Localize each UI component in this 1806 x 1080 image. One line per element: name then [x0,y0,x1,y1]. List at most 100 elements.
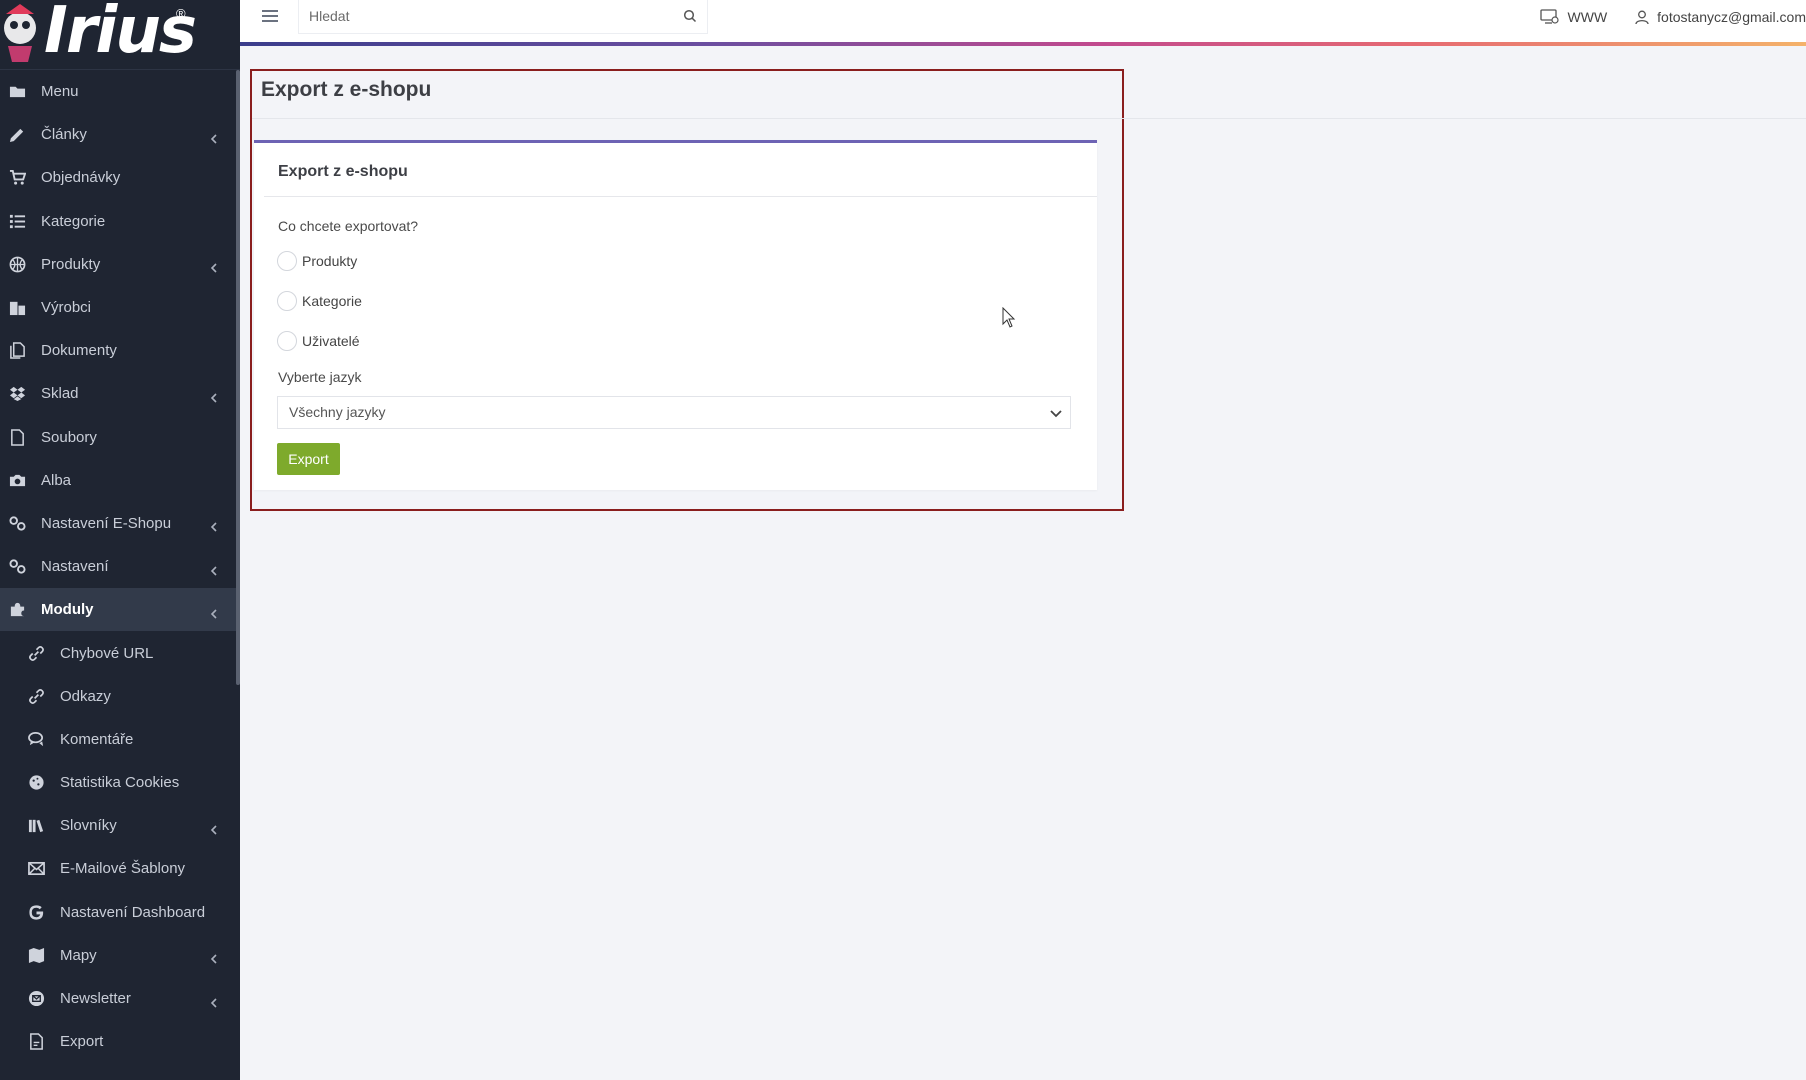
mail-circle-icon [27,990,45,1008]
sidebar-item-nastaveni-e-shopu[interactable]: Nastavení E-Shopu [0,502,240,545]
chevron-left-icon [210,822,218,835]
sidebar-item-label: Alba [41,471,72,489]
sidebar-item-clanky[interactable]: Články [0,113,240,156]
registered-mark: ® [176,6,186,21]
folder-icon [8,83,26,101]
sidebar-item-label: Export [60,1033,104,1051]
sidebar-item-kategorie[interactable]: Kategorie [0,200,240,243]
sidebar-item-statistika-cookies[interactable]: Statistika Cookies [0,761,240,804]
sidebar-item-komentare[interactable]: Komentáře [0,718,240,761]
user-menu[interactable]: fotostanycz@gmail.com [1635,9,1806,25]
topbar-right: WWW fotostanycz@gmail.com [1512,0,1806,34]
chevron-left-icon [210,390,218,403]
mascot-icon [4,4,36,62]
sidebar-item-e-mailove-sablony[interactable]: E-Mailové Šablony [0,847,240,890]
sidebar-item-slovniky[interactable]: Slovníky [0,804,240,847]
topbar: WWW fotostanycz@gmail.com [240,0,1806,42]
export-file-icon [27,1033,45,1051]
sidebar-item-label: Články [41,126,87,144]
documents-icon [8,342,26,360]
sidebar-item-nastaveni[interactable]: Nastavení [0,545,240,588]
sidebar-item-label: Newsletter [60,990,131,1008]
sidebar-item-label: Mapy [60,946,97,964]
sidebar-item-label: Statistika Cookies [60,774,180,792]
sidebar-item-label: Moduly [41,601,94,619]
sidebar-item-objednavky[interactable]: Objednávky [0,156,240,199]
hamburger-menu-icon[interactable] [262,10,278,24]
sidebar-item-sklad[interactable]: Sklad [0,372,240,415]
sidebar-item-alba[interactable]: Alba [0,459,240,502]
radio-button[interactable] [277,331,297,351]
sidebar-item-export[interactable]: Export [0,1020,240,1063]
sidebar-item-nastaveni-dashboard[interactable]: Nastavení Dashboard [0,891,240,934]
cogs-icon [8,558,26,576]
header-gradient-divider [240,42,1806,46]
sidebar-item-produkty[interactable]: Produkty [0,243,240,286]
sidebar-item-label: Výrobci [41,299,92,317]
search-box [298,0,708,34]
search-input[interactable] [299,0,659,32]
language-select[interactable]: Všechny jazyky [277,396,1071,429]
map-icon [27,946,45,964]
radio-option-uzivatele[interactable]: Uživatelé [277,331,360,351]
export-card: Export z e-shopu Co chcete exportovat? P… [254,140,1097,490]
sidebar-item-label: Soubory [41,428,97,446]
sidebar-item-moduly[interactable]: Moduly [0,588,240,632]
sidebar-item-mapy[interactable]: Mapy [0,934,240,977]
sidebar-scrollbar[interactable] [236,70,240,685]
google-icon [27,903,45,921]
books-icon [27,817,45,835]
envelope-icon [27,860,45,878]
chevron-left-icon [210,995,218,1008]
file-icon [8,428,26,446]
chevron-left-icon [210,519,218,533]
sidebar-item-label: Menu [41,83,79,101]
radio-label: Produkty [302,253,358,269]
sidebar-item-label: Sklad [41,385,79,403]
radio-label: Kategorie [302,293,362,309]
export-button[interactable]: Export [277,443,340,475]
dropbox-icon [8,385,26,403]
sidebar-item-newsletter[interactable]: Newsletter [0,977,240,1020]
radio-option-produkty[interactable]: Produkty [277,251,357,271]
building-icon [8,299,26,317]
sidebar-nav: Menu Články Objednávky Kategorie Produkty Výr… [0,70,240,1063]
page-title: Export z e-shopu [261,78,432,101]
card-title: Export z e-shopu [278,163,408,180]
sidebar-item-label: Nastavení [41,558,109,576]
link-icon [27,644,45,662]
radio-button[interactable] [277,291,297,311]
chevron-left-icon [210,131,218,144]
radio-button[interactable] [277,251,297,271]
sidebar-item-label: E-Mailové Šablony [60,860,186,878]
camera-icon [8,471,26,489]
radio-label: Uživatelé [302,333,360,349]
sidebar-item-vyrobci[interactable]: Výrobci [0,286,240,329]
pencil-icon [8,126,26,144]
sidebar-item-chybove-url[interactable]: Chybové URL [0,631,240,674]
user-email: fotostanycz@gmail.com [1657,9,1806,25]
sidebar-item-label: Odkazy [60,687,111,705]
chevron-left-icon [210,951,218,964]
www-link[interactable]: WWW [1539,9,1608,25]
sidebar-item-dokumenty[interactable]: Dokumenty [0,329,240,372]
sidebar-item-label: Chybové URL [60,644,154,662]
chevron-left-icon [210,606,218,619]
sidebar-item-label: Komentáře [60,730,134,748]
search-icon[interactable] [683,9,697,23]
monitor-icon [1539,9,1559,24]
sidebar-item-label: Nastavení E-Shopu [41,514,172,532]
radio-option-kategorie[interactable]: Kategorie [277,291,362,311]
sidebar-item-soubory[interactable]: Soubory [0,416,240,459]
chevron-left-icon [210,563,218,576]
sidebar-item-menu[interactable]: Menu [0,70,240,113]
comments-icon [27,730,45,748]
sidebar-item-label: Dokumenty [41,342,117,360]
sidebar-item-odkazy[interactable]: Odkazy [0,675,240,718]
cookie-icon [27,774,45,792]
logo[interactable]: Irius ® [0,0,240,70]
link-icon [27,687,45,705]
language-label: Vyberte jazyk [278,369,362,385]
puzzle-icon [8,601,26,619]
www-label: WWW [1567,9,1608,25]
